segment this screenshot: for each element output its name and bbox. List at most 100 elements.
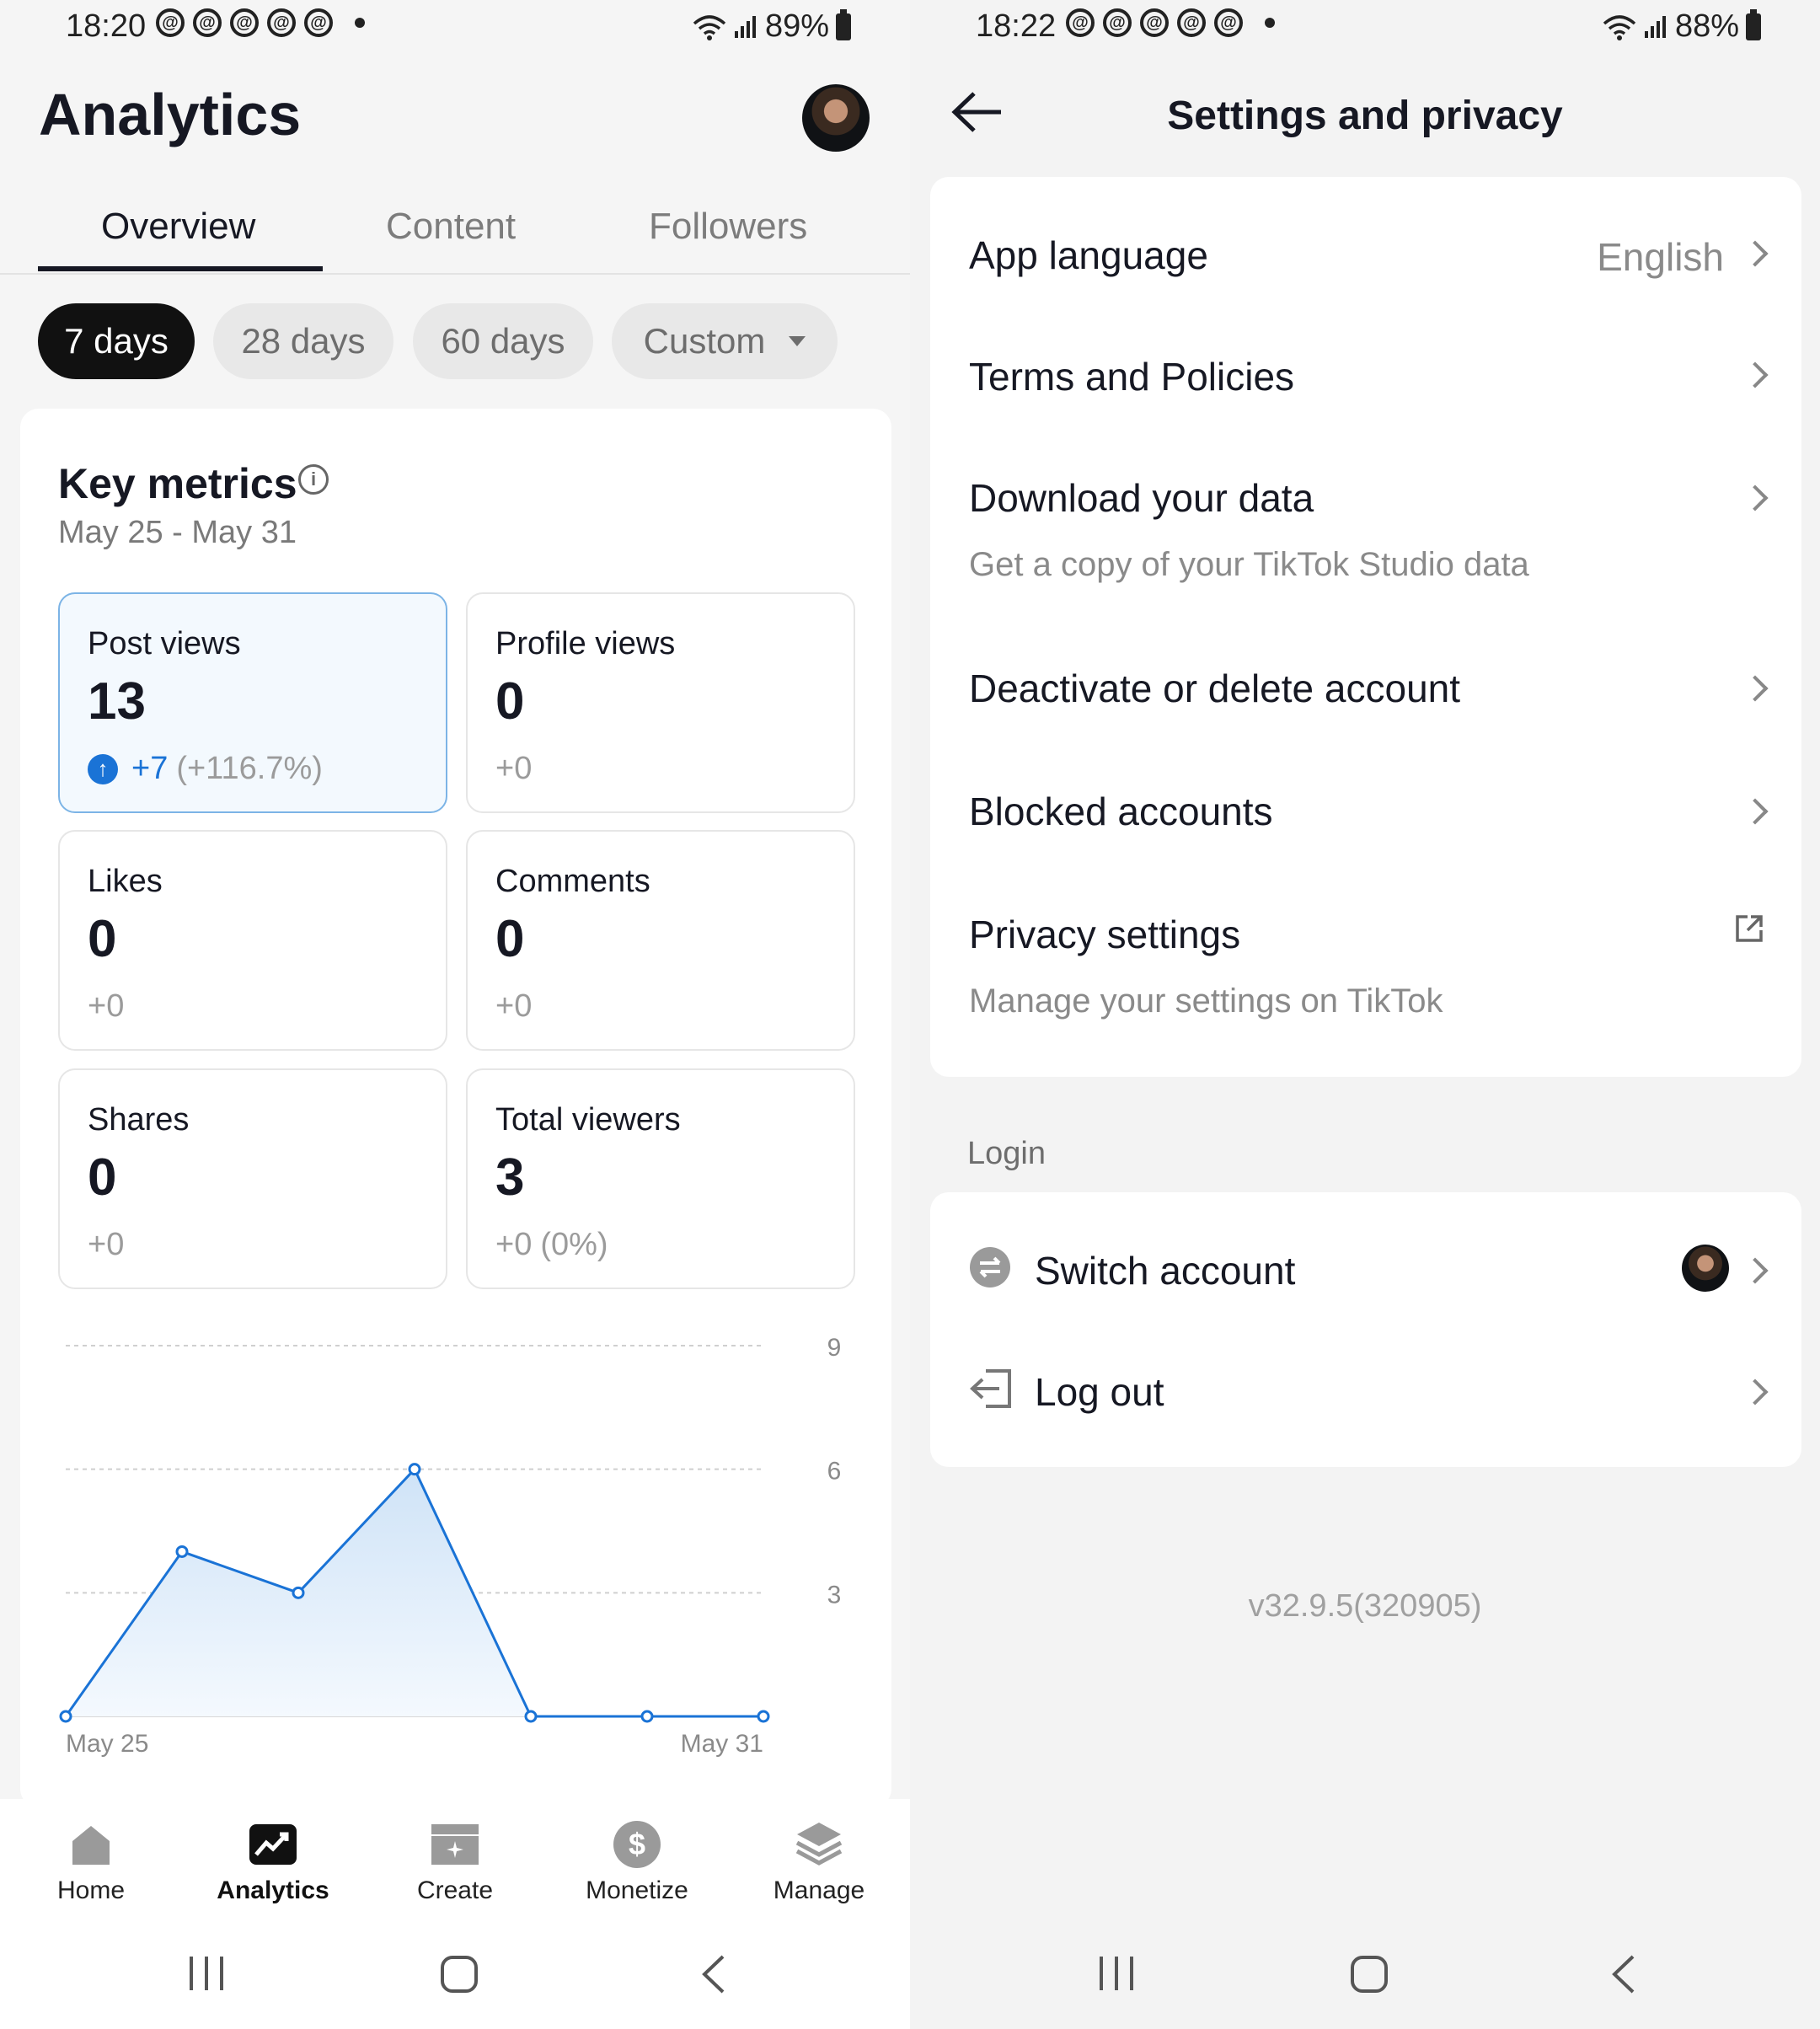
info-icon[interactable]: i bbox=[298, 464, 329, 495]
page-title: Analytics bbox=[39, 82, 302, 147]
more-notifications-dot bbox=[355, 18, 365, 28]
period-60-days-chip[interactable]: 60 days bbox=[413, 303, 593, 379]
home-button-icon[interactable] bbox=[1350, 1955, 1389, 1994]
more-notifications-dot bbox=[1265, 18, 1275, 28]
battery-percent: 89% bbox=[764, 8, 829, 44]
metric-delta: +0 bbox=[495, 988, 532, 1025]
metric-delta: +0 (0%) bbox=[495, 1227, 608, 1263]
chevron-right-icon bbox=[1742, 1257, 1769, 1284]
switch-account-row[interactable]: Switch account bbox=[930, 1192, 1801, 1315]
delta-value: +0 bbox=[495, 988, 533, 1024]
nav-label: Analytics bbox=[217, 1876, 329, 1904]
metric-total-viewers[interactable]: Total viewers 3 +0 (0%) bbox=[466, 1068, 855, 1289]
tab-followers[interactable]: Followers bbox=[649, 206, 807, 248]
key-metrics-title: Key metrics bbox=[58, 460, 297, 507]
metric-label: Comments bbox=[495, 864, 650, 899]
x-tick-label: May 25 bbox=[66, 1730, 148, 1758]
bottom-nav: Home Analytics Create $ Monetize Manage bbox=[0, 1799, 910, 1921]
battery-percent: 88% bbox=[1674, 8, 1739, 44]
analytics-tabs: Overview Content Followers bbox=[0, 194, 910, 275]
period-7-days-chip[interactable]: 7 days bbox=[38, 303, 195, 379]
chevron-right-icon bbox=[1742, 484, 1769, 511]
setting-label: Deactivate or delete account bbox=[969, 667, 1461, 710]
metric-label: Total viewers bbox=[495, 1102, 681, 1138]
setting-app-language[interactable]: App language English bbox=[930, 177, 1801, 300]
metric-delta: ↑ +7 (+116.7%) bbox=[88, 751, 323, 787]
delta-value: +7 bbox=[131, 751, 169, 786]
wifi-icon bbox=[1603, 14, 1636, 40]
chevron-right-icon bbox=[1742, 798, 1769, 825]
metric-likes[interactable]: Likes 0 +0 bbox=[58, 830, 447, 1051]
metric-comments[interactable]: Comments 0 +0 bbox=[466, 830, 855, 1051]
svg-text:$: $ bbox=[629, 1827, 645, 1861]
metric-label: Post views bbox=[88, 626, 241, 661]
setting-download-your-data[interactable]: Download your data Get a copy of your Ti… bbox=[930, 423, 1801, 613]
data-point bbox=[175, 1545, 189, 1558]
logout-icon bbox=[970, 1369, 1011, 1408]
log-out-row[interactable]: Log out bbox=[930, 1315, 1801, 1442]
setting-blocked-accounts[interactable]: Blocked accounts bbox=[930, 736, 1801, 859]
delta-value: +0 bbox=[495, 751, 533, 786]
back-button-icon[interactable] bbox=[1611, 1955, 1636, 1994]
status-right: 88% bbox=[1603, 8, 1761, 45]
status-right: 89% bbox=[693, 8, 851, 45]
threads-icon: @ bbox=[304, 8, 333, 37]
threads-icon: @ bbox=[156, 8, 185, 37]
threads-icon: @ bbox=[193, 8, 222, 37]
nav-label: Create bbox=[416, 1876, 494, 1904]
chevron-right-icon bbox=[1742, 361, 1769, 388]
nav-label: Manage bbox=[773, 1876, 865, 1904]
back-button-icon[interactable] bbox=[701, 1955, 726, 1994]
tab-indicator bbox=[38, 266, 323, 271]
metric-delta: +0 bbox=[88, 988, 124, 1025]
settings-screen: 18:22 @ @ @ @ @ 88% Settings and privacy… bbox=[910, 0, 1820, 2029]
signal-icon bbox=[734, 15, 756, 38]
nav-home[interactable]: Home bbox=[28, 1819, 154, 1905]
period-custom-dropdown[interactable]: Custom bbox=[612, 303, 838, 379]
period-28-days-chip[interactable]: 28 days bbox=[213, 303, 393, 379]
setting-privacy-settings[interactable]: Privacy settings Manage your settings on… bbox=[930, 859, 1801, 1062]
nav-manage[interactable]: Manage bbox=[756, 1819, 882, 1905]
nav-analytics[interactable]: Analytics bbox=[210, 1819, 336, 1905]
account-avatar bbox=[1682, 1245, 1729, 1292]
notification-icons: @ @ @ @ @ bbox=[1066, 8, 1275, 37]
custom-label: Custom bbox=[643, 321, 766, 361]
data-point bbox=[640, 1710, 654, 1723]
x-tick-label: May 31 bbox=[681, 1730, 763, 1758]
system-nav-bar bbox=[0, 1921, 910, 2029]
metric-shares[interactable]: Shares 0 +0 bbox=[58, 1068, 447, 1289]
metric-delta: +0 bbox=[495, 751, 532, 787]
metric-label: Shares bbox=[88, 1102, 190, 1138]
login-list: Switch account Log out bbox=[930, 1192, 1801, 1467]
setting-deactivate-delete[interactable]: Deactivate or delete account bbox=[930, 613, 1801, 736]
metric-profile-views[interactable]: Profile views 0 +0 bbox=[466, 592, 855, 813]
home-button-icon[interactable] bbox=[440, 1955, 479, 1994]
threads-icon: @ bbox=[1214, 8, 1243, 37]
arrow-up-icon: ↑ bbox=[88, 753, 118, 784]
profile-avatar[interactable] bbox=[802, 84, 870, 152]
metric-label: Profile views bbox=[495, 626, 676, 661]
tab-overview[interactable]: Overview bbox=[101, 206, 255, 248]
setting-terms-and-policies[interactable]: Terms and Policies bbox=[930, 300, 1801, 423]
y-tick-label: 6 bbox=[827, 1458, 842, 1486]
data-point bbox=[524, 1710, 538, 1723]
setting-label: Blocked accounts bbox=[969, 790, 1273, 833]
settings-list: App language English Terms and Policies … bbox=[930, 177, 1801, 1077]
setting-label: Download your data bbox=[969, 476, 1314, 520]
login-section-header: Login bbox=[967, 1136, 1046, 1171]
metric-post-views[interactable]: Post views 13 ↑ +7 (+116.7%) bbox=[58, 592, 447, 813]
y-tick-label: 9 bbox=[827, 1334, 842, 1362]
app-version: v32.9.5(320905) bbox=[1248, 1588, 1482, 1624]
recents-icon[interactable] bbox=[1095, 1955, 1138, 1992]
delta-value: +0 bbox=[495, 1227, 533, 1262]
status-bar: 18:20 @ @ @ @ @ 89% bbox=[0, 0, 910, 54]
recents-icon[interactable] bbox=[185, 1955, 228, 1992]
tab-content[interactable]: Content bbox=[386, 206, 516, 248]
data-point bbox=[408, 1463, 421, 1476]
nav-monetize[interactable]: $ Monetize bbox=[574, 1819, 700, 1905]
setting-description: Get a copy of your TikTok Studio data bbox=[969, 546, 1529, 583]
threads-icon: @ bbox=[1140, 8, 1169, 37]
nav-create[interactable]: Create bbox=[392, 1819, 518, 1905]
post-views-chart: 3 6 9 May 25 May 31 bbox=[59, 1334, 842, 1758]
y-tick-label: 3 bbox=[827, 1581, 842, 1609]
